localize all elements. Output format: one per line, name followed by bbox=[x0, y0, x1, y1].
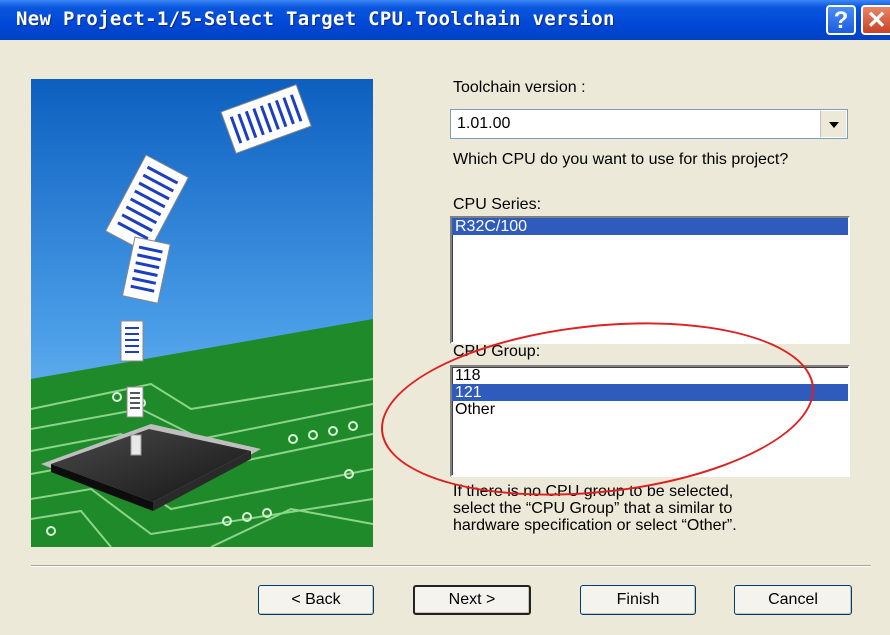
toolchain-version-value: 1.01.00 bbox=[457, 115, 511, 132]
toolchain-version-select[interactable]: 1.01.00 bbox=[450, 109, 848, 139]
toolchain-version-label: Toolchain version : bbox=[453, 79, 586, 96]
hint-line: select the “CPU Group” that a similar to bbox=[453, 500, 733, 517]
cpu-question-text: Which CPU do you want to use for this pr… bbox=[453, 151, 789, 168]
chevron-down-icon[interactable] bbox=[820, 111, 846, 137]
new-project-dialog: New Project-1/5-Select Target CPU.Toolch… bbox=[0, 0, 890, 635]
back-button[interactable]: < Back bbox=[258, 585, 374, 615]
wizard-illustration bbox=[31, 79, 373, 547]
hint-line: hardware specification or select “Other”… bbox=[453, 517, 737, 534]
title-bar[interactable]: New Project-1/5-Select Target CPU.Toolch… bbox=[0, 0, 890, 40]
help-icon[interactable]: ? bbox=[826, 5, 856, 35]
window-title: New Project-1/5-Select Target CPU.Toolch… bbox=[16, 8, 615, 30]
cpu-series-item[interactable]: R32C/100 bbox=[452, 218, 848, 235]
next-button[interactable]: Next > bbox=[413, 585, 531, 615]
button-separator bbox=[31, 565, 871, 567]
cpu-series-label: CPU Series: bbox=[453, 196, 542, 213]
close-icon[interactable]: ✕ bbox=[861, 5, 890, 35]
finish-button[interactable]: Finish bbox=[580, 585, 696, 615]
cancel-button[interactable]: Cancel bbox=[734, 585, 852, 615]
